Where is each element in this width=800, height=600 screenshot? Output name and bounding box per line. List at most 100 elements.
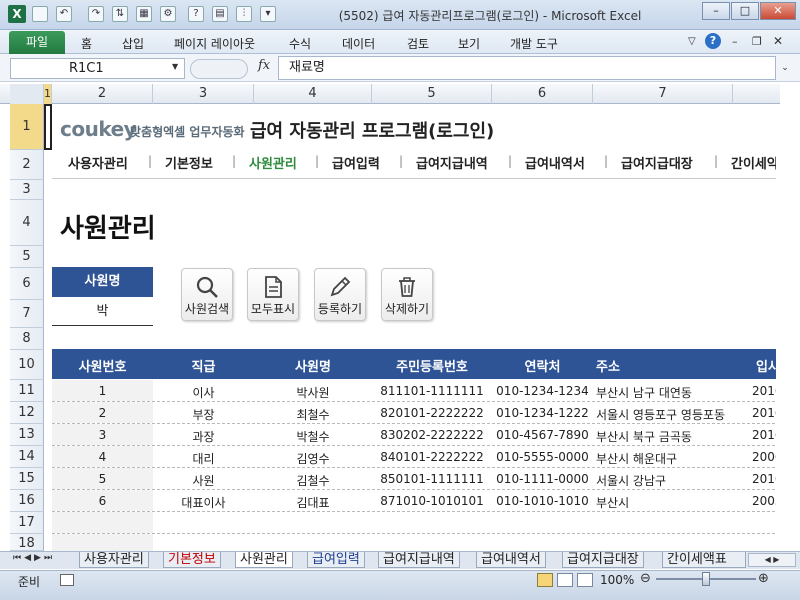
close-button[interactable]: ✕ (760, 2, 796, 20)
cell-employee-name[interactable]: 박철수 (254, 428, 372, 445)
redo-icon[interactable]: ↷ (88, 6, 104, 22)
sheet-tab-user[interactable]: 사용자관리 (79, 552, 149, 568)
tab-developer[interactable]: 개발 도구 (510, 35, 558, 52)
row-header-4[interactable]: 4 (10, 200, 44, 246)
nav-salary-input[interactable]: 급여입력 (332, 153, 380, 172)
cell-resident-no[interactable]: 820101-2222222 (372, 406, 492, 420)
nav-payment-history[interactable]: 급여지급내역 (416, 153, 488, 172)
column-header-7[interactable]: 7 (593, 84, 733, 104)
insert-function-icon[interactable]: fx (258, 58, 270, 73)
tab-review[interactable]: 검토 (407, 35, 429, 52)
sheet-tab-pay-statement[interactable]: 급여내역서 (476, 552, 546, 568)
nav-user-management[interactable]: 사용자관리 (68, 153, 128, 172)
zoom-slider-thumb[interactable] (702, 572, 710, 586)
cell-employee-no[interactable]: 4 (52, 450, 153, 464)
workbook-close-icon[interactable]: ✕ (773, 34, 783, 48)
macro-record-icon[interactable] (60, 574, 74, 586)
cell-employee-no[interactable]: 6 (52, 494, 153, 508)
page-layout-view-icon[interactable] (557, 573, 573, 587)
zoom-in-icon[interactable]: ⊕ (758, 571, 769, 586)
cell-address[interactable]: 서울시 강남구 (596, 472, 756, 489)
minimize-button[interactable]: – (702, 2, 730, 20)
sheet-tab-salary-input[interactable]: 급여입력 (307, 552, 365, 568)
normal-view-icon[interactable] (537, 573, 553, 587)
row-header-6[interactable]: 6 (10, 268, 44, 300)
cell-contact[interactable]: 010-1111-0000 (492, 472, 593, 486)
table-row[interactable] (52, 512, 780, 534)
employee-name-input[interactable]: 박 (52, 298, 153, 326)
cell-employee-no[interactable]: 3 (52, 428, 153, 442)
tab-formulas[interactable]: 수식 (289, 35, 311, 52)
column-header-1[interactable]: 1 (44, 84, 52, 104)
sheet-tab-basic[interactable]: 기본정보 (163, 552, 221, 568)
cell-address[interactable]: 부산시 해운대구 (596, 450, 756, 467)
ribbon-minimize-icon[interactable]: ▽ (688, 36, 696, 47)
cell-employee-name[interactable]: 최철수 (254, 406, 372, 423)
cell-employee-name[interactable]: 박사원 (254, 384, 372, 401)
tab-home[interactable]: 홈 (81, 35, 92, 52)
row-header-14[interactable]: 14 (10, 446, 44, 468)
sort-icon[interactable]: ⇅ (112, 6, 128, 22)
cell-resident-no[interactable]: 830202-2222222 (372, 428, 492, 442)
cell-address[interactable]: 서울시 영등포구 영등포동 (596, 406, 756, 423)
cell-position[interactable]: 대표이사 (153, 494, 254, 511)
formula-expand-icon[interactable]: ⌄ (778, 58, 792, 78)
nav-basic-info[interactable]: 기본정보 (165, 153, 213, 172)
row-header-1[interactable]: 1 (10, 104, 44, 150)
cell-employee-name[interactable]: 김영수 (254, 450, 372, 467)
cell-contact[interactable]: 010-4567-7890 (492, 428, 593, 442)
cell-resident-no[interactable]: 840101-2222222 (372, 450, 492, 464)
align-icon[interactable]: ⫶ (236, 6, 252, 22)
show-all-button[interactable]: 모두표시 (247, 268, 299, 321)
tool-icon[interactable]: ⚙ (160, 6, 176, 22)
horizontal-scrollbar[interactable]: ◀ ▶ (748, 553, 796, 567)
workbook-minimize-icon[interactable]: – (732, 35, 738, 48)
column-header-6[interactable]: 6 (492, 84, 593, 104)
zoom-level-text[interactable]: 100% (600, 573, 634, 587)
register-button[interactable]: 등록하기 (314, 268, 366, 321)
column-header-5[interactable]: 5 (372, 84, 492, 104)
help-icon[interactable]: ? (188, 6, 204, 22)
cell-contact[interactable]: 010-1234-1234 (492, 384, 593, 398)
tab-page-layout[interactable]: 페이지 레이아웃 (174, 35, 255, 52)
cell-contact[interactable]: 010-5555-0000 (492, 450, 593, 464)
nav-simple-tax[interactable]: 간이세약 (731, 153, 776, 172)
more-icon[interactable]: ▾ (260, 6, 276, 22)
column-header-4[interactable]: 4 (254, 84, 372, 104)
cell-resident-no[interactable]: 871010-1010101 (372, 494, 492, 508)
cell-address[interactable]: 부산시 (596, 494, 756, 511)
cell-position[interactable]: 과장 (153, 428, 254, 445)
selected-cell[interactable] (44, 104, 52, 150)
name-box[interactable]: R1C1 (10, 58, 185, 79)
row-header-2[interactable]: 2 (10, 150, 44, 180)
file-tab[interactable]: 파일 (9, 31, 65, 54)
tab-data[interactable]: 데이터 (342, 35, 375, 52)
cell-employee-name[interactable]: 김대표 (254, 494, 372, 511)
row-header-11[interactable]: 11 (10, 380, 44, 402)
row-header-8[interactable]: 8 (10, 328, 44, 350)
row-header-3[interactable]: 3 (10, 180, 44, 200)
tab-view[interactable]: 보기 (458, 35, 480, 52)
tab-insert[interactable]: 삽입 (122, 35, 144, 52)
delete-button[interactable]: 삭제하기 (381, 268, 433, 321)
formula-input[interactable]: 재료명 (278, 56, 776, 80)
row-header-18[interactable]: 18 (10, 534, 44, 551)
nav-payroll-ledger[interactable]: 급여지급대장 (621, 153, 693, 172)
nav-pay-statement[interactable]: 급여내역서 (525, 153, 585, 172)
excel-app-icon[interactable]: X (8, 5, 26, 23)
sheet-tab-employee[interactable]: 사원관리 (235, 552, 293, 568)
workbook-restore-icon[interactable]: ❐ (752, 35, 762, 48)
row-header-7[interactable]: 7 (10, 300, 44, 328)
page-break-view-icon[interactable] (577, 573, 593, 587)
quick-access-icon[interactable] (32, 6, 48, 22)
cell-position[interactable]: 부장 (153, 406, 254, 423)
undo-icon[interactable]: ↶ (56, 6, 72, 22)
cell-employee-no[interactable]: 2 (52, 406, 153, 420)
chart-icon[interactable]: ▤ (212, 6, 228, 22)
cell-employee-no[interactable]: 1 (52, 384, 153, 398)
cell-resident-no[interactable]: 811101-1111111 (372, 384, 492, 398)
formula-divider-grip[interactable] (190, 59, 248, 79)
cell-position[interactable]: 사원 (153, 472, 254, 489)
cell-employee-no[interactable]: 5 (52, 472, 153, 486)
name-box-dropdown-icon[interactable]: ▼ (172, 62, 178, 71)
